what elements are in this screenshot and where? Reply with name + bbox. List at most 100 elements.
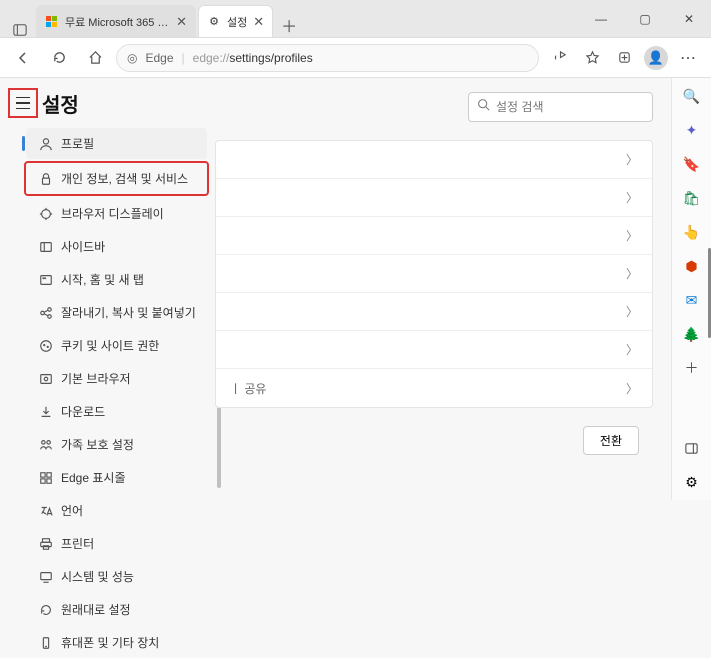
edgebar-icon — [38, 470, 53, 485]
nav-label: 언어 — [61, 502, 83, 519]
tab-settings[interactable]: ⚙ 설정 ✕ — [198, 5, 273, 37]
switch-button[interactable]: 전환 — [583, 426, 639, 455]
lock-icon — [38, 171, 53, 186]
refresh-button[interactable] — [44, 43, 74, 73]
nav-item-lock[interactable]: 개인 정보, 검색 및 서비스 — [24, 161, 209, 196]
read-aloud-button[interactable] — [545, 43, 575, 73]
sidebar-settings-icon[interactable]: ⚙ — [682, 472, 702, 492]
chevron-right-icon: 〉 — [626, 189, 638, 206]
nav-item-phone[interactable]: 휴대폰 및 기타 장치 — [26, 627, 207, 658]
settings-list: 〉〉〉〉〉〉ㅣ 공유〉 — [215, 140, 653, 408]
settings-row[interactable]: 〉 — [216, 179, 652, 217]
profile-button[interactable]: 👤 — [641, 43, 671, 73]
nav-label: 원래대로 설정 — [61, 601, 131, 618]
gear-icon: ⚙ — [207, 15, 221, 29]
settings-row[interactable]: 〉 — [216, 141, 652, 179]
nav-item-display[interactable]: 브라우저 디스플레이 — [26, 198, 207, 229]
close-icon[interactable]: ✕ — [253, 14, 264, 30]
settings-row[interactable]: 〉 — [216, 217, 652, 255]
more-button[interactable]: ⋯ — [673, 43, 703, 73]
settings-search[interactable] — [468, 92, 653, 122]
nav-label: 프린터 — [61, 535, 94, 552]
window-controls: — ▢ ✕ — [579, 0, 711, 37]
nav-item-download[interactable]: 다운로드 — [26, 396, 207, 427]
settings-row[interactable]: 〉 — [216, 331, 652, 369]
back-button[interactable] — [8, 43, 38, 73]
maximize-button[interactable]: ▢ — [623, 0, 667, 37]
menu-button[interactable] — [12, 92, 34, 114]
close-icon[interactable]: ✕ — [176, 14, 187, 30]
minimize-button[interactable]: — — [579, 0, 623, 37]
shop-icon[interactable]: 🛍 — [682, 188, 702, 208]
settings-nav: 프로필개인 정보, 검색 및 서비스브라우저 디스플레이사이드바시작, 홈 및 … — [8, 128, 215, 658]
nav-item-cookie[interactable]: 쿠키 및 사이트 권한 — [26, 330, 207, 361]
chevron-right-icon: 〉 — [626, 303, 638, 320]
spark-icon[interactable]: ✦ — [682, 120, 702, 140]
address-field[interactable]: ◎ Edge | edge://settings/profiles — [116, 44, 539, 72]
nav-label: 브라우저 디스플레이 — [61, 205, 164, 222]
nav-label: 휴대폰 및 기타 장치 — [61, 634, 159, 651]
office-icon[interactable]: ⬢ — [682, 256, 702, 276]
favicon-ms365 — [45, 15, 59, 29]
nav-label: 다운로드 — [61, 403, 105, 420]
row-text: ㅣ 공유 — [230, 380, 626, 397]
close-window-button[interactable]: ✕ — [667, 0, 711, 37]
outlook-icon[interactable]: ✉ — [682, 290, 702, 310]
nav-label: 가족 보호 설정 — [61, 436, 134, 453]
nav-item-edgebar[interactable]: Edge 표시줄 — [26, 462, 207, 493]
settings-row[interactable]: ㅣ 공유〉 — [216, 369, 652, 407]
nav-item-reset[interactable]: 원래대로 설정 — [26, 594, 207, 625]
provider-label: Edge — [145, 51, 173, 65]
nav-label: 개인 정보, 검색 및 서비스 — [61, 170, 188, 187]
search-input[interactable] — [496, 100, 651, 114]
reset-icon — [38, 602, 53, 617]
chevron-right-icon: 〉 — [626, 227, 638, 244]
page-title: 설정 — [42, 89, 79, 118]
tab-actions-button[interactable] — [4, 23, 36, 37]
share-icon — [38, 305, 53, 320]
new-tab-button[interactable]: ＋ — [275, 13, 303, 37]
lang-icon — [38, 503, 53, 518]
favorite-button[interactable] — [577, 43, 607, 73]
display-icon — [38, 206, 53, 221]
search-icon[interactable]: 🔍 — [682, 86, 702, 106]
cookie-icon — [38, 338, 53, 353]
collections-button[interactable] — [609, 43, 639, 73]
home-button[interactable] — [80, 43, 110, 73]
default-icon — [38, 371, 53, 386]
system-icon — [38, 569, 53, 584]
settings-sidebar: 설정 프로필개인 정보, 검색 및 서비스브라우저 디스플레이사이드바시작, 홈… — [0, 78, 215, 500]
nav-item-system[interactable]: 시스템 및 성능 — [26, 561, 207, 592]
settings-row[interactable]: 〉 — [216, 293, 652, 331]
nav-item-profile[interactable]: 프로필 — [26, 128, 207, 159]
nav-item-share[interactable]: 잘라내기, 복사 및 붙여넣기 — [26, 297, 207, 328]
tab-ms365[interactable]: 무료 Microsoft 365 앱 – 생산성 도 ✕ — [36, 5, 196, 37]
tab-strip: 무료 Microsoft 365 앱 – 생산성 도 ✕ ⚙ 설정 ✕ ＋ — [0, 0, 579, 37]
chevron-right-icon: 〉 — [626, 151, 638, 168]
drop-icon[interactable]: 👆 — [682, 222, 702, 242]
nav-item-family[interactable]: 가족 보호 설정 — [26, 429, 207, 460]
phone-icon — [38, 635, 53, 650]
sidebar-icon — [38, 239, 53, 254]
nav-item-sidebar[interactable]: 사이드바 — [26, 231, 207, 262]
search-icon — [477, 98, 490, 116]
nav-label: 쿠키 및 사이트 권한 — [61, 337, 159, 354]
plus-icon[interactable]: ＋ — [682, 358, 702, 378]
nav-label: 프로필 — [61, 135, 94, 152]
sidebar-toggle-icon[interactable] — [682, 438, 702, 458]
edge-icon: ◎ — [127, 51, 137, 65]
nav-label: 시스템 및 성능 — [61, 568, 134, 585]
nav-item-printer[interactable]: 프린터 — [26, 528, 207, 559]
nav-label: 사이드바 — [61, 238, 105, 255]
settings-main: 〉〉〉〉〉〉ㅣ 공유〉 전환 — [215, 78, 671, 500]
page-content: 설정 프로필개인 정보, 검색 및 서비스브라우저 디스플레이사이드바시작, 홈… — [0, 78, 711, 500]
settings-row[interactable]: 〉 — [216, 255, 652, 293]
tag-icon[interactable]: 🔖 — [682, 154, 702, 174]
profile-icon — [38, 136, 53, 151]
tab-label: 설정 — [227, 14, 247, 30]
edge-sidebar: 🔍 ✦ 🔖 🛍 👆 ⬢ ✉ 🌲 ＋ ⚙ — [671, 78, 711, 500]
nav-item-home[interactable]: 시작, 홈 및 새 탭 — [26, 264, 207, 295]
chevron-right-icon: 〉 — [626, 265, 638, 282]
tree-icon[interactable]: 🌲 — [682, 324, 702, 344]
nav-item-default[interactable]: 기본 브라우저 — [26, 363, 207, 394]
